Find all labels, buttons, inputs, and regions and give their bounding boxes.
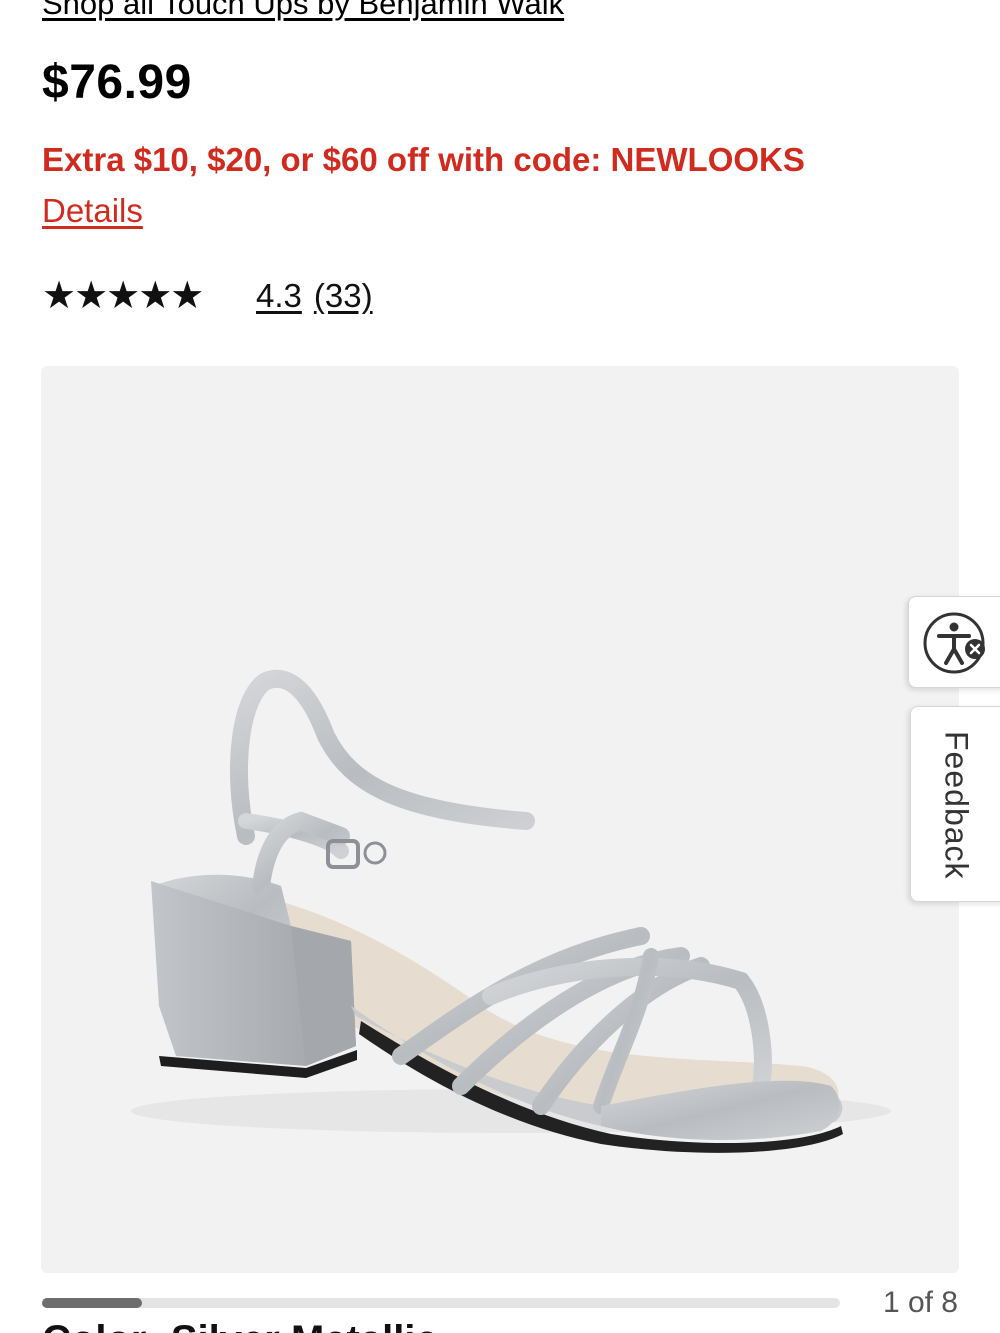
product-rating[interactable]: ★★★★★ ★★★★★ 4.3 (33) [42,276,373,316]
gallery-counter: 1 of 8 [882,1286,958,1319]
promo-message: Extra $10, $20, or $60 off with code: NE… [42,141,805,178]
review-count-link[interactable]: (33) [314,277,373,315]
product-image-gallery[interactable] [41,366,959,1273]
product-price: $76.99 [42,56,192,109]
gallery-progress-fill [42,1298,142,1308]
feedback-tab[interactable]: Feedback [910,706,1000,902]
sandal-product-image [131,669,891,1153]
gallery-progress-bar[interactable] [42,1298,840,1308]
color-label: Color: Silver Metallic [42,1318,438,1333]
accessibility-icon [923,612,985,674]
rating-value-link[interactable]: 4.3 [256,277,302,315]
promo-details-link[interactable]: Details [42,192,143,230]
feedback-label: Feedback [938,730,975,880]
star-rating-icon: ★★★★★ ★★★★★ [42,275,204,317]
accessibility-button[interactable] [908,596,1000,688]
shop-all-brand-link[interactable]: Shop all Touch Ups by Benjamin Walk [42,0,564,22]
